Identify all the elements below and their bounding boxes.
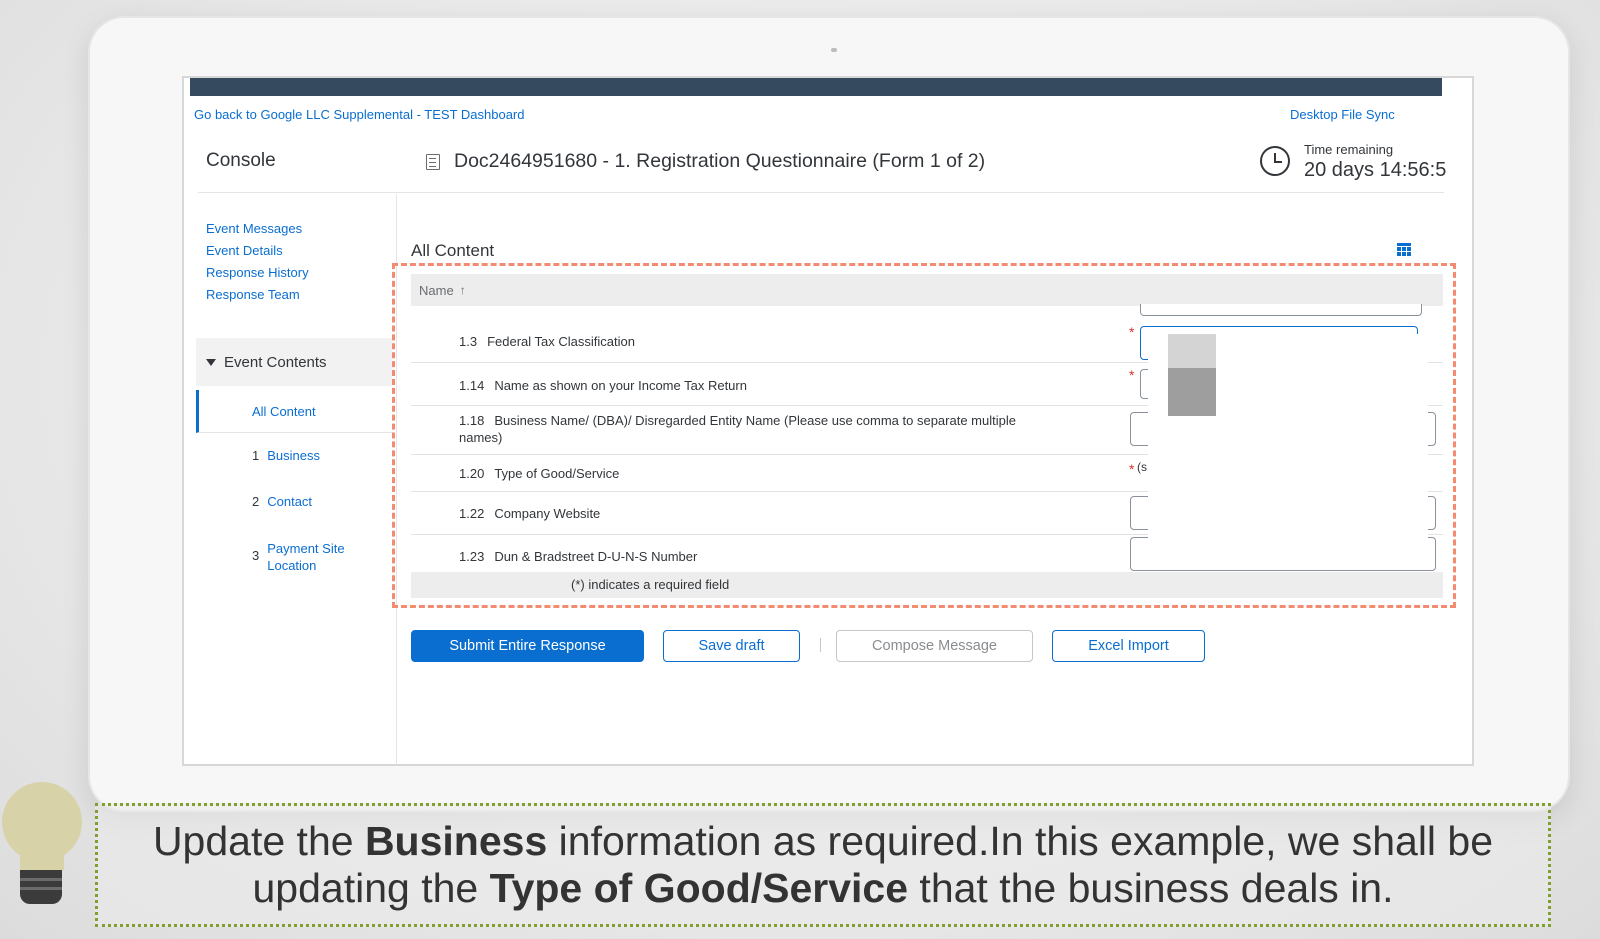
caption-text: Update the Business information as requi… (113, 818, 1533, 912)
submit-entire-response-button[interactable]: Submit Entire Response (411, 630, 644, 662)
sidebar-item-payment-site-location[interactable]: 3 Payment Site Location (252, 540, 357, 574)
caption-bold: Type of Good/Service (489, 865, 909, 911)
time-remaining-value: 20 days 14:56:5 (1304, 159, 1447, 181)
sidebar-link-event-messages[interactable]: Event Messages (206, 218, 309, 240)
laptop-frame: Go back to Google LLC Supplemental - TES… (90, 18, 1568, 810)
event-contents-toggle[interactable]: Event Contents (196, 338, 392, 386)
sidebar-item-contact[interactable]: 2 Contact (252, 494, 312, 509)
time-remaining-label: Time remaining (1304, 142, 1394, 157)
clock-icon (1260, 146, 1290, 176)
compose-message-button[interactable]: Compose Message (836, 630, 1033, 662)
caption-bold: Business (364, 818, 548, 864)
console-title: Console (206, 150, 276, 171)
header-divider (198, 192, 1444, 193)
sidebar-link-event-details[interactable]: Event Details (206, 240, 309, 262)
nav-item-label: Contact (267, 494, 313, 509)
excel-import-button[interactable]: Excel Import (1052, 630, 1205, 662)
caption-part: that the business deals in. (908, 865, 1394, 911)
document-title: Doc2464951680 - 1. Registration Question… (454, 150, 986, 172)
sidebar-link-response-team[interactable]: Response Team (206, 284, 309, 306)
top-bar (190, 78, 1442, 96)
sidebar-item-business[interactable]: 1 Business (252, 448, 320, 463)
back-to-dashboard-link[interactable]: Go back to Google LLC Supplemental - TES… (194, 107, 524, 122)
document-header: Doc2464951680 - 1. Registration Question… (426, 150, 985, 173)
all-content-label: All Content (252, 403, 316, 419)
instruction-caption: Update the Business information as requi… (95, 803, 1551, 927)
nav-item-label: Business (267, 448, 320, 463)
sidebar-item-all-content[interactable]: All Content (196, 390, 393, 433)
sidebar-link-response-history[interactable]: Response History (206, 262, 309, 284)
webcam (831, 48, 837, 52)
document-icon (426, 153, 440, 170)
save-draft-button[interactable]: Save draft (663, 630, 800, 662)
nav-item-label: Payment Site Location (267, 541, 345, 573)
table-settings-icon[interactable] (1397, 243, 1411, 256)
sidebar: Event Messages Event Details Response Hi… (184, 194, 397, 764)
nav-item-number: 2 (252, 494, 260, 509)
event-contents-label: Event Contents (224, 353, 327, 371)
lightbulb-icon (0, 782, 84, 912)
button-divider (820, 638, 821, 652)
nav-item-number: 3 (252, 548, 260, 563)
section-title: All Content (411, 241, 495, 260)
desktop-file-sync-link[interactable]: Desktop File Sync (1290, 107, 1395, 122)
highlight-frame (392, 263, 1456, 608)
sidebar-links: Event Messages Event Details Response Hi… (206, 218, 309, 306)
caret-down-icon (206, 358, 216, 366)
caption-part: Update the (152, 818, 365, 864)
app-screen: Go back to Google LLC Supplemental - TES… (182, 76, 1474, 766)
nav-item-number: 1 (252, 448, 260, 463)
